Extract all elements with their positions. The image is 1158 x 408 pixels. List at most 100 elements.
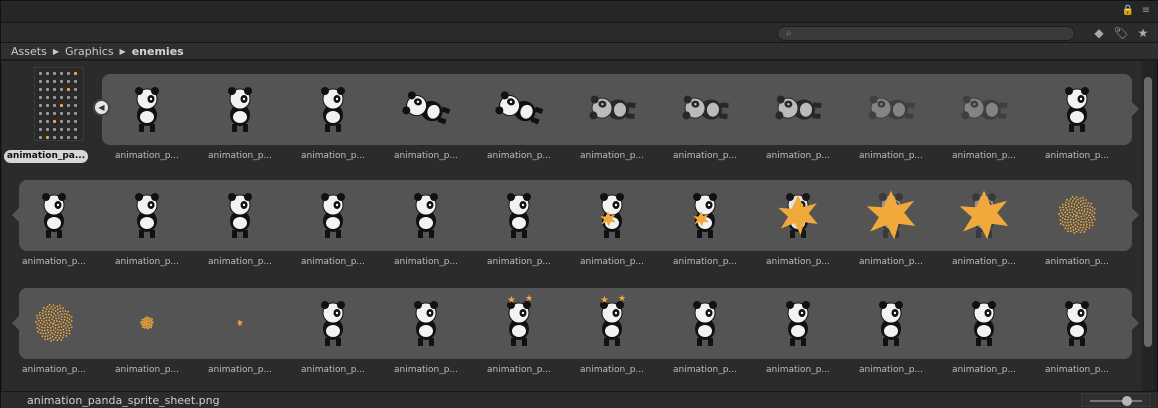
sprite-frame-asset[interactable]: animation_p... (382, 275, 470, 375)
sprite-frame-asset[interactable]: animation_p... (568, 167, 656, 267)
vertical-scrollbar[interactable] (1142, 61, 1154, 391)
breadcrumb-assets[interactable]: Assets (11, 45, 47, 58)
sprite-frame-asset[interactable]: animation_p... (382, 61, 470, 161)
sprite-frame-asset[interactable]: animation_p... (475, 167, 563, 267)
sprite-frame-asset[interactable]: animation_p... (754, 167, 842, 267)
lock-icon[interactable]: 🔒 (1121, 4, 1135, 18)
sprite-frame-asset[interactable]: animation_p... (1033, 167, 1121, 267)
asset-label: animation_p... (300, 257, 366, 267)
breadcrumb-graphics[interactable]: Graphics (65, 45, 114, 58)
sprite-frame-asset[interactable]: animation_p... (10, 167, 98, 267)
asset-label: animation_p... (207, 365, 273, 375)
frame-thumbnail (396, 291, 456, 353)
asset-label: animation_p... (579, 151, 645, 161)
selected-file-name: animation_panda_sprite_sheet.png (27, 394, 220, 407)
chevron-right-icon: ▶ (119, 46, 126, 56)
sprite-frame-asset[interactable]: animation_p... (847, 167, 935, 267)
filter-by-type-icon[interactable]: ◆ (1091, 25, 1107, 41)
breadcrumb-enemies[interactable]: enemies (132, 45, 184, 58)
sprite-frame-asset[interactable]: animation_p... (661, 275, 749, 375)
asset-label: animation_p... (672, 365, 738, 375)
sprite-frame-asset[interactable]: animation_p... (289, 167, 377, 267)
sprite-frame-asset[interactable]: animation_p... (847, 61, 935, 161)
sprite-frame-asset[interactable]: animation_p... (1033, 275, 1121, 375)
sprite-frame-asset[interactable]: animation_p... (103, 167, 191, 267)
search-input[interactable]: ⌕ (777, 26, 1075, 41)
project-browser-panel: 🔒 ≡ ⌕ ◆ 🏷 ★ Assets ▶ Graphics ▶ enemies … (0, 0, 1158, 408)
asset-label: animation_p... (672, 257, 738, 267)
sprite-frame-asset[interactable]: ★ ★ animation_p... (568, 275, 656, 375)
sprite-frame-asset[interactable]: animation_p... (289, 61, 377, 161)
asset-label: animation_p... (114, 365, 180, 375)
scrollbar-thumb[interactable] (1144, 77, 1152, 347)
menu-icon[interactable]: ≡ (1139, 4, 1153, 18)
sprite-frame-asset[interactable]: animation_p... (847, 275, 935, 375)
sprite-frame-asset[interactable]: animation_p... (940, 167, 1028, 267)
frame-thumbnail (1047, 183, 1107, 245)
sprite-frame-asset[interactable]: animation_p... (475, 61, 563, 161)
sprite-sheet-asset[interactable]: animation_pa... (2, 61, 90, 163)
svg-text:★: ★ (507, 295, 516, 306)
frame-thumbnail (396, 183, 456, 245)
frame-thumbnail (768, 77, 828, 139)
asset-label: animation_p... (951, 257, 1017, 267)
asset-label: animation_p... (1044, 257, 1110, 267)
sprite-frame-asset[interactable]: animation_p... (196, 61, 284, 161)
svg-text:★: ★ (600, 295, 609, 306)
asset-label: animation_p... (579, 257, 645, 267)
frame-thumbnail (489, 77, 549, 139)
frame-thumbnail: ★ ★ (582, 291, 642, 353)
sprite-frame-asset[interactable]: animation_p... (661, 167, 749, 267)
asset-label: animation_p... (858, 257, 924, 267)
asset-label: animation_p... (393, 151, 459, 161)
asset-label: animation_pa... (4, 150, 88, 163)
asset-label: animation_p... (765, 365, 831, 375)
sprite-frame-asset[interactable]: animation_p... (103, 275, 191, 375)
frame-thumbnail (210, 77, 270, 139)
sprite-frame-asset[interactable]: animation_p... (754, 61, 842, 161)
sprite-frame-asset[interactable]: ★ ★ animation_p... (475, 275, 563, 375)
svg-text:★: ★ (618, 294, 626, 304)
sprite-frame-asset[interactable]: animation_p... (196, 167, 284, 267)
sprite-frame-asset[interactable]: animation_p... (382, 167, 470, 267)
chevron-right-icon: ▶ (52, 46, 59, 56)
frame-thumbnail (303, 77, 363, 139)
frame-thumbnail (210, 183, 270, 245)
sprite-frame-asset[interactable]: animation_p... (661, 61, 749, 161)
frame-thumbnail (396, 77, 456, 139)
sprite-frame-asset[interactable]: animation_p... (940, 61, 1028, 161)
asset-label: animation_p... (1044, 151, 1110, 161)
asset-label: animation_p... (858, 151, 924, 161)
sprite-frame-asset[interactable]: animation_p... (196, 275, 284, 375)
sprite-frame-asset[interactable]: animation_p... (940, 275, 1028, 375)
sprite-frame-asset[interactable]: animation_p... (568, 61, 656, 161)
sprite-frame-asset[interactable]: animation_p... (10, 275, 98, 375)
asset-label: animation_p... (486, 151, 552, 161)
frame-thumbnail (675, 183, 735, 245)
frame-thumbnail (24, 183, 84, 245)
asset-label: animation_p... (672, 151, 738, 161)
asset-label: animation_p... (1044, 365, 1110, 375)
favorite-star-icon[interactable]: ★ (1135, 25, 1151, 41)
thumbnail-size-slider[interactable] (1081, 393, 1151, 407)
sprite-frame-asset[interactable]: animation_p... (103, 61, 191, 161)
frame-thumbnail (675, 77, 735, 139)
asset-label: animation_p... (951, 151, 1017, 161)
frame-thumbnail (117, 291, 177, 353)
asset-label: animation_p... (21, 257, 87, 267)
asset-grid: ◀ animation_pa... animation_p... animati… (2, 61, 1143, 391)
sprite-frame-asset[interactable]: animation_p... (754, 275, 842, 375)
sprite-frame-asset[interactable]: animation_p... (1033, 61, 1121, 161)
asset-label: animation_p... (765, 257, 831, 267)
asset-label: animation_p... (486, 365, 552, 375)
asset-label: animation_p... (114, 257, 180, 267)
filter-by-label-icon[interactable]: 🏷 (1113, 25, 1129, 41)
breadcrumb: Assets ▶ Graphics ▶ enemies (1, 43, 1158, 60)
frame-thumbnail (1047, 291, 1107, 353)
toolbar: ⌕ ◆ 🏷 ★ (1, 23, 1158, 43)
sprite-frame-asset[interactable]: animation_p... (289, 275, 377, 375)
frame-thumbnail (954, 183, 1014, 245)
asset-label: animation_p... (114, 151, 180, 161)
slider-knob[interactable] (1122, 396, 1132, 406)
asset-label: animation_p... (300, 365, 366, 375)
